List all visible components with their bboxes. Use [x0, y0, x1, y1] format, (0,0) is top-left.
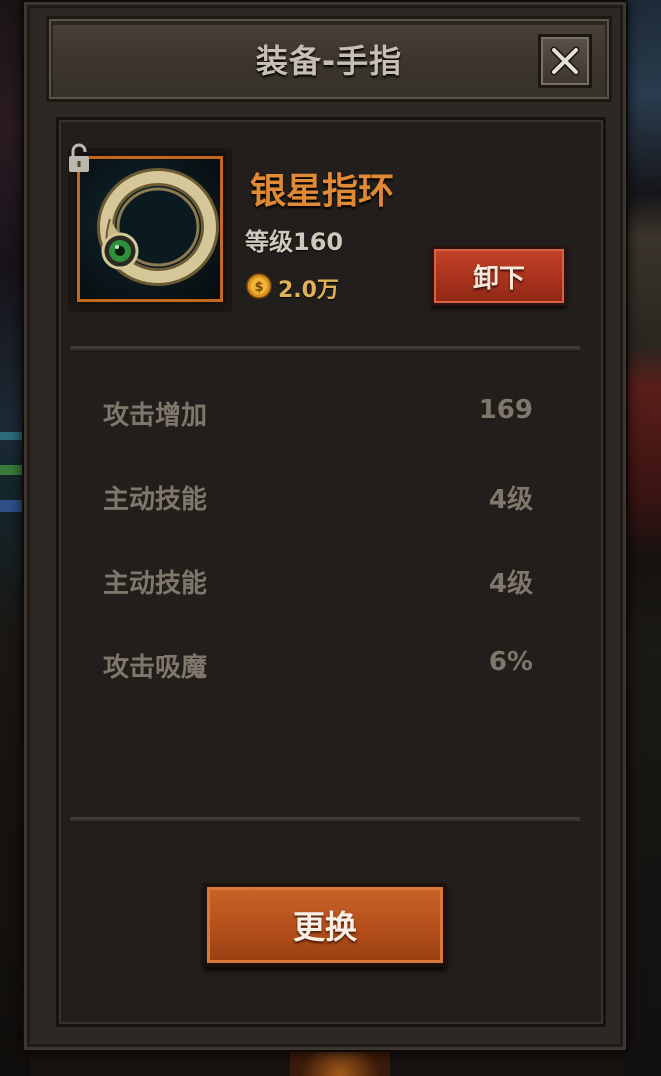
close-icon: [550, 46, 580, 76]
stat-label: 攻击增加: [103, 401, 208, 431]
item-name: 银星指环: [250, 171, 395, 212]
background-thumbnail: [290, 1050, 390, 1076]
coin-icon: $: [246, 273, 272, 299]
lock-icon: [69, 143, 89, 172]
stat-row: 主动技能 4级: [103, 479, 533, 519]
svg-text:$: $: [254, 280, 263, 295]
close-button[interactable]: [538, 34, 592, 88]
stat-value: 169: [478, 395, 533, 425]
stat-label: 主动技能: [103, 569, 208, 599]
stat-value: 4级: [488, 569, 533, 599]
dialog-title-bar: 装备-手指: [46, 16, 612, 102]
stat-value: 6%: [488, 647, 533, 677]
item-price: 2.0万: [278, 278, 339, 303]
item-level: 等级160: [245, 228, 344, 256]
stat-row: 主动技能 4级: [103, 563, 533, 603]
stat-value: 4级: [488, 485, 533, 515]
stat-label: 主动技能: [103, 485, 208, 515]
divider: [70, 346, 580, 352]
stat-row: 攻击吸魔 6%: [103, 647, 533, 687]
stat-label: 攻击吸魔: [103, 653, 208, 683]
item-slot[interactable]: [77, 156, 223, 302]
divider: [70, 817, 580, 823]
dialog-title: 装备-手指: [255, 42, 403, 80]
unequip-button[interactable]: 卸下: [431, 246, 567, 306]
background-right: [625, 0, 661, 1076]
replace-button[interactable]: 更换: [203, 883, 447, 967]
stat-row: 攻击增加 169: [103, 395, 533, 435]
background-bottom: [140, 1050, 540, 1076]
ring-icon: [97, 168, 219, 286]
